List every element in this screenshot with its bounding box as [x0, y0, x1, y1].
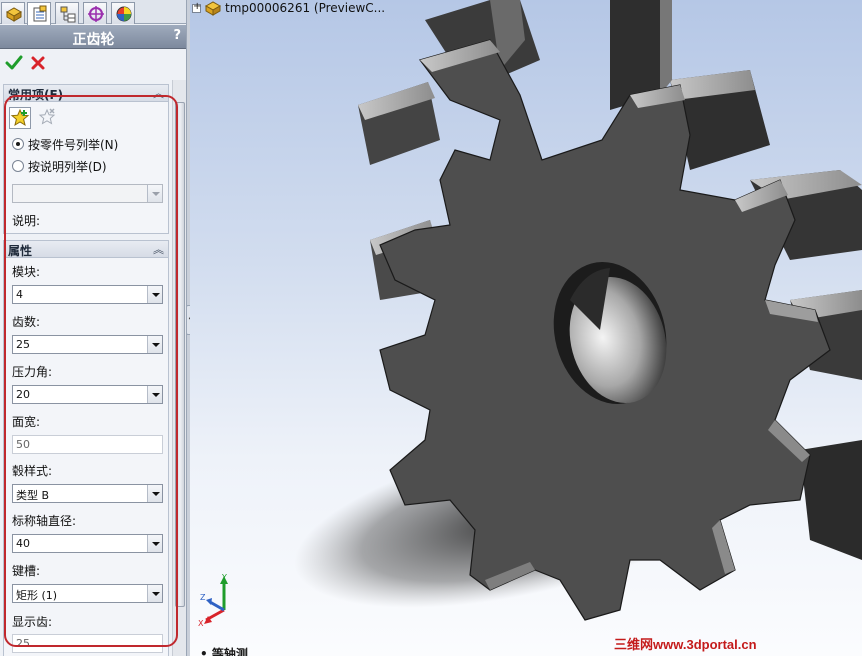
display-manager-icon — [116, 6, 132, 22]
radio-label-part-number: 按零件号列举(N) — [28, 138, 119, 152]
chevron-down-icon — [147, 535, 162, 552]
remove-favorite-button[interactable] — [37, 107, 59, 129]
tab-display-manager[interactable] — [111, 2, 135, 24]
nominal-shaft-combo[interactable]: 40 — [12, 534, 163, 553]
radio-list-by-part-number[interactable] — [12, 138, 24, 150]
watermark: 三维网www.3dportal.cn — [614, 637, 757, 652]
chevron-down-icon — [147, 336, 162, 353]
hub-style-label: 毂样式: — [12, 464, 53, 478]
show-teeth-value: 25 — [16, 637, 30, 650]
manager-tab-bar — [0, 0, 186, 25]
remove-favorite-icon — [38, 108, 56, 125]
keyway-value: 矩形 (1) — [16, 589, 58, 602]
face-width-value: 50 — [16, 438, 30, 451]
tab-dimxpert[interactable] — [83, 2, 107, 24]
add-favorite-button[interactable] — [9, 107, 31, 129]
favorites-group: 常用项(F) ︽ 按零件号列举(N) 按说明列举(D) 说明: — [3, 84, 169, 234]
part-icon — [204, 0, 222, 19]
module-combo[interactable]: 4 — [12, 285, 163, 304]
keyway-combo[interactable]: 矩形 (1) — [12, 584, 163, 603]
chevron-down-icon — [147, 585, 162, 602]
nominal-shaft-value: 40 — [16, 537, 30, 550]
scrollbar-thumb[interactable] — [175, 102, 185, 607]
module-label: 模块: — [12, 265, 41, 279]
keyway-label: 键槽: — [12, 564, 41, 578]
action-bar — [0, 50, 186, 78]
property-manager-panel: 正齿轮 ? 常用项(F) ︽ 按零件号列举(N) 按说明列举(D) 说明: 属性… — [0, 0, 187, 656]
pressure-angle-combo[interactable]: 20 — [12, 385, 163, 404]
configuration-manager-icon — [60, 6, 76, 23]
teeth-label: 齿数: — [12, 315, 41, 329]
description-label: 说明: — [12, 214, 41, 228]
collapse-chevron-icon[interactable]: ︽ — [153, 241, 164, 257]
properties-group-title: 属性 — [8, 244, 33, 258]
favorites-combo[interactable] — [12, 184, 163, 203]
chevron-down-icon — [147, 286, 162, 303]
tree-expand-icon[interactable] — [192, 1, 201, 13]
property-manager-titlebar: 正齿轮 ? — [0, 25, 186, 49]
tab-configuration-manager[interactable] — [55, 2, 79, 24]
chevron-down-icon — [147, 185, 162, 202]
favorites-group-title: 常用项(F) — [8, 88, 64, 102]
property-manager-icon — [33, 5, 47, 22]
svg-text:Y: Y — [221, 573, 227, 582]
chevron-down-icon — [147, 485, 162, 502]
module-value: 4 — [16, 288, 23, 301]
properties-group: 属性 ︽ 模块: 4 齿数: 25 压力角: 20 面宽: 50 毂样式: 类型… — [3, 240, 169, 656]
radio-list-by-description[interactable] — [12, 160, 24, 172]
radio-label-description: 按说明列举(D) — [28, 160, 107, 174]
graphics-viewport[interactable]: tmp00006261 (PreviewC... Y X Z • 等轴测 三维网… — [190, 0, 862, 656]
show-teeth-label: 显示齿: — [12, 615, 53, 629]
teeth-value: 25 — [16, 338, 30, 351]
panel-scrollbar[interactable] — [172, 80, 186, 656]
face-width-field[interactable]: 50 — [12, 435, 163, 454]
pressure-angle-label: 压力角: — [12, 365, 53, 379]
hub-style-value: 类型 B — [16, 489, 50, 502]
close-icon — [31, 56, 45, 70]
favorites-group-header[interactable]: 常用项(F) ︽ — [4, 85, 168, 102]
show-teeth-field[interactable]: 25 — [12, 634, 163, 653]
document-title: tmp00006261 (PreviewC... — [225, 1, 386, 15]
add-favorite-icon — [10, 108, 30, 127]
nominal-shaft-label: 标称轴直径: — [12, 514, 77, 528]
svg-text:X: X — [198, 619, 204, 628]
collapse-chevron-icon[interactable]: ︽ — [153, 85, 164, 101]
gear-model — [294, 0, 862, 621]
ok-button[interactable] — [5, 54, 23, 72]
coordinate-triad-icon: Y X Z — [198, 572, 238, 628]
page-title: 正齿轮 — [72, 32, 115, 48]
tab-property-manager[interactable] — [27, 2, 51, 25]
check-icon — [5, 55, 23, 70]
view-orientation-label: • 等轴测 — [200, 647, 248, 656]
properties-group-header[interactable]: 属性 ︽ — [4, 241, 168, 258]
teeth-combo[interactable]: 25 — [12, 335, 163, 354]
pressure-angle-value: 20 — [16, 388, 30, 401]
face-width-label: 面宽: — [12, 415, 41, 429]
tab-feature-manager[interactable] — [1, 2, 25, 24]
svg-text:Z: Z — [200, 593, 206, 602]
hub-style-combo[interactable]: 类型 B — [12, 484, 163, 503]
chevron-down-icon — [147, 386, 162, 403]
cancel-button[interactable] — [30, 54, 46, 72]
dimxpert-icon — [88, 6, 104, 22]
help-button[interactable]: ? — [173, 28, 181, 43]
property-scroll-area: 常用项(F) ︽ 按零件号列举(N) 按说明列举(D) 说明: 属性 ︽ 模块:… — [0, 80, 172, 656]
feature-manager-icon — [5, 7, 23, 22]
